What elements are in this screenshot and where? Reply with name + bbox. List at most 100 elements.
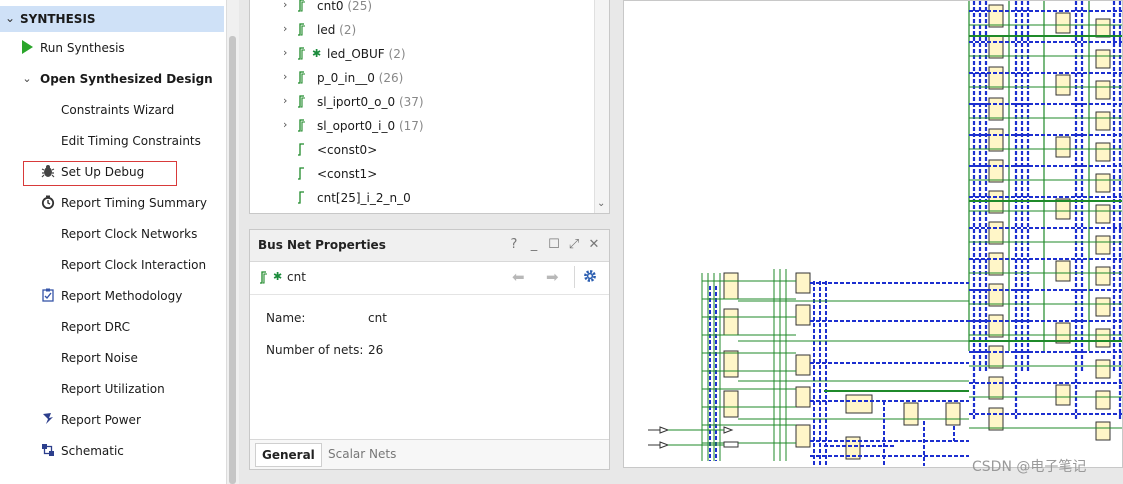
properties-header: Bus Net Properties ? _ ☐ ⤢ ✕ bbox=[250, 230, 609, 262]
tree-row-label: <const0> bbox=[317, 143, 378, 157]
net-icon bbox=[297, 143, 309, 156]
chevron-right-icon[interactable]: › bbox=[283, 70, 287, 83]
logic-cell bbox=[1095, 173, 1111, 193]
synthesis-section-title: SYNTHESIS bbox=[20, 12, 96, 26]
chevron-down-icon: ⌄ bbox=[22, 72, 32, 85]
nets-value: 26 bbox=[368, 343, 384, 357]
tree-row-label: sl_iport0_o_0 (37) bbox=[317, 95, 424, 109]
tab-general[interactable]: General bbox=[255, 443, 322, 467]
name-label: Name: bbox=[266, 311, 306, 325]
properties-tabs: General Scalar Nets bbox=[250, 439, 609, 469]
help-icon[interactable]: ? bbox=[506, 237, 522, 252]
input-port bbox=[659, 426, 670, 434]
tree-row[interactable]: › ✱ led_OBUF (2) bbox=[250, 43, 590, 65]
tree-row-label: cnt[25]_i_2_n_0 bbox=[317, 191, 411, 205]
netlist-tree-scrollbar[interactable]: ⌄ bbox=[594, 0, 609, 213]
clock-icon bbox=[40, 195, 56, 211]
logic-cell bbox=[1095, 142, 1111, 162]
input-port bbox=[659, 441, 670, 449]
logic-cell bbox=[1055, 260, 1071, 282]
net-icon bbox=[297, 23, 309, 36]
net-icon bbox=[297, 0, 309, 12]
logic-cell bbox=[1055, 136, 1071, 158]
forward-arrow-icon[interactable]: ➡ bbox=[546, 268, 559, 286]
back-arrow-icon[interactable]: ⬅ bbox=[512, 268, 525, 286]
logic-cell bbox=[988, 35, 1004, 59]
logic-cell bbox=[1095, 359, 1111, 379]
schematic-canvas[interactable] bbox=[623, 0, 1123, 468]
logic-cell bbox=[1095, 328, 1111, 348]
logic-cell bbox=[988, 252, 1004, 276]
tree-row-label: p_0_in__0 (26) bbox=[317, 71, 404, 85]
chevron-right-icon[interactable]: › bbox=[283, 0, 287, 11]
close-icon[interactable]: ✕ bbox=[586, 237, 602, 252]
logic-cell bbox=[1095, 49, 1111, 69]
tree-row[interactable]: › sl_oport0_i_0 (17) bbox=[250, 115, 590, 137]
minimize-icon[interactable]: _ bbox=[526, 237, 542, 252]
tree-row[interactable]: › led (2) bbox=[250, 19, 590, 41]
net-icon bbox=[297, 119, 309, 132]
chevron-right-icon[interactable]: › bbox=[283, 118, 287, 131]
logic-cell bbox=[988, 221, 1004, 245]
schematic-drawing bbox=[648, 1, 1122, 466]
tree-row-label: led_OBUF (2) bbox=[327, 47, 406, 61]
logic-cell bbox=[988, 97, 1004, 121]
logic-cell bbox=[845, 394, 873, 414]
tree-row[interactable]: <const1> bbox=[250, 163, 590, 185]
play-icon bbox=[19, 40, 35, 56]
flow-navigator: ⌄ SYNTHESIS Run Synthesis ⌄ Open Synthes… bbox=[0, 0, 226, 484]
tree-row[interactable]: › p_0_in__0 (26) bbox=[250, 67, 590, 89]
logic-cell bbox=[988, 283, 1004, 307]
scroll-down-icon[interactable]: ⌄ bbox=[597, 198, 605, 209]
logic-cell bbox=[795, 386, 811, 408]
logic-cell bbox=[723, 350, 739, 378]
bus-net-icon bbox=[259, 271, 271, 287]
tree-row[interactable]: cnt[25]_i_2_n_0 bbox=[250, 187, 590, 209]
checklist-icon bbox=[40, 288, 56, 304]
logic-cell bbox=[903, 402, 919, 426]
restore-icon[interactable]: ☐ bbox=[546, 237, 562, 252]
tree-row[interactable]: › cnt0 (25) bbox=[250, 0, 590, 17]
logic-cell bbox=[1095, 80, 1111, 100]
chevron-right-icon[interactable]: › bbox=[283, 46, 287, 59]
tree-row[interactable]: <const0> bbox=[250, 139, 590, 161]
power-icon bbox=[40, 412, 56, 428]
net-icon bbox=[297, 71, 309, 84]
buffer-cell bbox=[723, 441, 739, 448]
logic-cell bbox=[795, 354, 811, 376]
tree-row-label: led (2) bbox=[317, 23, 357, 37]
tree-row-label: <const1> bbox=[317, 167, 378, 181]
schematic-icon bbox=[40, 443, 56, 459]
tab-scalar-nets[interactable]: Scalar Nets bbox=[322, 443, 402, 465]
properties-title: Bus Net Properties bbox=[258, 238, 386, 252]
tree-row-label: sl_oport0_i_0 (17) bbox=[317, 119, 424, 133]
logic-cell bbox=[988, 159, 1004, 183]
tree-row-label: cnt0 (25) bbox=[317, 0, 373, 13]
debug-marker-icon: ✱ bbox=[312, 47, 322, 60]
bug-icon bbox=[40, 164, 56, 180]
logic-cell bbox=[723, 272, 739, 300]
logic-cell bbox=[945, 402, 961, 426]
synthesis-section-header[interactable]: ⌄ SYNTHESIS bbox=[0, 6, 224, 32]
navigator-scrollbar[interactable] bbox=[226, 0, 239, 484]
gear-icon[interactable] bbox=[582, 268, 598, 287]
net-icon bbox=[297, 95, 309, 108]
logic-cell bbox=[988, 314, 1004, 338]
chevron-right-icon[interactable]: › bbox=[283, 22, 287, 35]
chevron-right-icon[interactable]: › bbox=[283, 94, 287, 107]
debug-marker-icon: ✱ bbox=[273, 270, 283, 283]
float-icon[interactable]: ⤢ bbox=[566, 237, 582, 252]
logic-cell bbox=[1095, 390, 1111, 410]
toolbar-divider bbox=[574, 266, 575, 288]
logic-cell bbox=[988, 407, 1004, 431]
watermark: CSDN @电子笔记 bbox=[972, 459, 1087, 475]
navigator-scrollbar-thumb[interactable] bbox=[229, 36, 236, 484]
logic-cell bbox=[988, 4, 1004, 28]
netlist-tree: › cnt0 (25) › led (2) › ✱ led_OBUF (2) › p_0_in_… bbox=[249, 0, 610, 214]
logic-cell bbox=[1095, 297, 1111, 317]
logic-cell bbox=[1095, 18, 1111, 38]
tree-row[interactable]: › sl_iport0_o_0 (37) bbox=[250, 91, 590, 113]
logic-cell bbox=[1095, 421, 1111, 441]
properties-toolbar: ✱ cnt ⬅ ➡ bbox=[250, 262, 609, 295]
name-value: cnt bbox=[368, 311, 387, 325]
